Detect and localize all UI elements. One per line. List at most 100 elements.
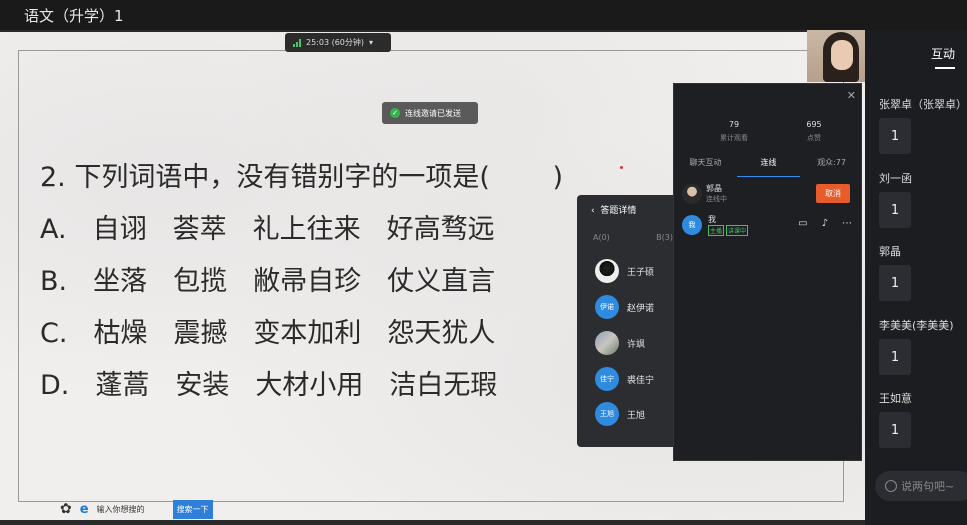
caller-info: 郭晶 连线中 bbox=[706, 184, 727, 204]
toast-notification: ✓ 连线邀请已发送 bbox=[382, 102, 478, 124]
option-word: 坐落 bbox=[93, 266, 148, 297]
option-word: 大材小用 bbox=[255, 370, 364, 401]
tab-connect[interactable]: 连线 bbox=[737, 157, 800, 177]
close-icon[interactable]: ✕ bbox=[847, 89, 856, 102]
self-row: 我 我 主播 讲课中 ▭ ♪ ⋯ bbox=[682, 212, 856, 238]
title-bar: 语文（升学）1 bbox=[0, 0, 967, 30]
webcam-video bbox=[807, 30, 865, 82]
more-icon[interactable]: ⋯ bbox=[842, 218, 852, 229]
option-word: 仗义直言 bbox=[387, 266, 496, 297]
tab-audience[interactable]: 观众:77 bbox=[800, 157, 863, 177]
avatar bbox=[682, 184, 702, 204]
avatar bbox=[595, 259, 619, 283]
chat-sender: 王如意 bbox=[879, 392, 912, 405]
tab-underline bbox=[935, 67, 955, 69]
chat-bubble: 1 bbox=[879, 192, 911, 228]
avatar: 我 bbox=[682, 215, 702, 235]
app-window: 语文（升学）1 2. 下列词语中，没有错别字的一项是( ) A. 自诩 荟萃 礼上往来… bbox=[0, 0, 967, 525]
browser-icon: e bbox=[79, 501, 89, 517]
option-word: 礼上往来 bbox=[252, 214, 361, 245]
answer-details-header[interactable]: ‹ 答题详情 bbox=[591, 203, 636, 216]
option-word: 怨天犹人 bbox=[387, 318, 496, 349]
chevron-left-icon[interactable]: ‹ bbox=[591, 206, 595, 216]
option-d: D. 蓬蒿 安装 大材小用 洁白无瑕 bbox=[40, 363, 523, 402]
option-word: 洁白无瑕 bbox=[389, 370, 498, 401]
option-word: 安装 bbox=[175, 370, 230, 401]
caller-name: 郭晶 bbox=[706, 184, 722, 193]
camera-icon[interactable]: ▭ bbox=[798, 218, 807, 229]
option-word: 蓬蒿 bbox=[95, 370, 150, 401]
self-name: 我 bbox=[708, 214, 716, 224]
option-word: 震撼 bbox=[173, 318, 228, 349]
option-letter: C. bbox=[40, 318, 68, 349]
answer-details-title: 答题详情 bbox=[600, 206, 637, 216]
search-placeholder: 输入你想搜的 bbox=[96, 504, 145, 514]
tab-interaction[interactable]: 互动 bbox=[931, 45, 955, 62]
tab-answer-b[interactable]: B(3) bbox=[656, 233, 673, 242]
live-panel: ✕ 79 累计观看 695 点赞 聊天互动 连线 观众:77 郭晶 连线中 取消… bbox=[673, 83, 862, 461]
timer-label: 25:03 (60分钟) bbox=[306, 38, 365, 47]
stat-label: 点赞 bbox=[807, 134, 821, 142]
chat-sender: 李美美(李美美) bbox=[879, 319, 954, 332]
laser-pointer-dot bbox=[620, 166, 623, 169]
student-name: 王旭 bbox=[627, 410, 646, 421]
fan-icon: ✿ bbox=[60, 501, 72, 517]
student-name: 裘佳宁 bbox=[627, 375, 655, 386]
answer-tabs: A(0) B(3) bbox=[593, 233, 673, 242]
caller-status: 连线中 bbox=[706, 195, 727, 203]
chat-input-placeholder: 说两句吧~ bbox=[901, 480, 955, 493]
microphone-icon[interactable]: ♪ bbox=[822, 218, 828, 229]
chat-input[interactable]: 说两句吧~ bbox=[875, 471, 967, 501]
option-a: A. 自诩 荟萃 礼上往来 好高骛远 bbox=[40, 207, 521, 246]
option-word: 包揽 bbox=[173, 266, 228, 297]
chat-sender: 郭晶 bbox=[879, 245, 901, 258]
answer-student-row: 王子硕 bbox=[595, 259, 654, 283]
slide-bottom-strip: ✿ e 输入你想搜的 搜索一下 bbox=[60, 498, 213, 520]
avatar: 王旭 bbox=[595, 402, 619, 426]
timer-pill[interactable]: 25:03 (60分钟) ▾ bbox=[285, 33, 391, 52]
option-word: 枯燥 bbox=[93, 318, 148, 349]
stat-views: 79 累计观看 bbox=[694, 120, 774, 143]
self-controls: ▭ ♪ ⋯ bbox=[798, 218, 852, 229]
tab-answer-a[interactable]: A(0) bbox=[593, 233, 610, 242]
check-icon: ✓ bbox=[390, 108, 400, 118]
teaching-tag: 讲课中 bbox=[726, 224, 749, 236]
chat-bubble: 1 bbox=[879, 118, 911, 154]
chat-bubble: 1 bbox=[879, 339, 911, 375]
question-text: 2. 下列词语中，没有错别字的一项是( ) bbox=[40, 162, 563, 193]
stat-likes: 695 点赞 bbox=[774, 120, 854, 143]
emoji-icon[interactable] bbox=[885, 480, 897, 492]
self-info: 我 主播 讲课中 bbox=[708, 214, 749, 236]
tab-chat[interactable]: 聊天互动 bbox=[674, 157, 737, 177]
answer-student-row: 佳宁 裘佳宁 bbox=[595, 367, 654, 391]
caller-row: 郭晶 连线中 取消 bbox=[682, 182, 856, 206]
option-word: 自诩 bbox=[92, 214, 147, 245]
avatar: 伊诺 bbox=[595, 295, 619, 319]
chat-sender: 刘一函 bbox=[879, 172, 912, 185]
chevron-down-icon: ▾ bbox=[369, 38, 374, 47]
option-letter: A. bbox=[40, 214, 67, 245]
toast-label: 连线邀请已发送 bbox=[405, 108, 461, 118]
answer-student-row: 王旭 王旭 bbox=[595, 402, 645, 426]
webcam-face bbox=[831, 40, 853, 70]
search-button: 搜索一下 bbox=[172, 499, 213, 519]
self-tags: 主播 讲课中 bbox=[708, 224, 749, 236]
window-title: 语文（升学）1 bbox=[24, 7, 124, 25]
option-c: C. 枯燥 震撼 变本加利 怨天犹人 bbox=[40, 311, 521, 350]
option-word: 变本加利 bbox=[253, 318, 362, 349]
answer-details-panel: ‹ 答题详情 A(0) B(3) 王子硕 伊诺 赵伊诺 许飒 佳宁 裘佳宁 王旭… bbox=[577, 195, 677, 447]
option-word: 敝帚自珍 bbox=[253, 266, 362, 297]
host-tag: 主播 bbox=[708, 224, 725, 236]
live-tabs: 聊天互动 连线 观众:77 bbox=[674, 157, 863, 177]
chat-bubble: 1 bbox=[879, 412, 911, 448]
option-word: 荟萃 bbox=[172, 214, 227, 245]
interaction-sidebar: 互动 张翠卓（张翠卓） 1 刘一函 1 郭晶 1 李美美(李美美) 1 王如意 … bbox=[865, 30, 967, 525]
chat-bubble: 1 bbox=[879, 265, 911, 301]
stat-value: 695 bbox=[806, 120, 822, 129]
signal-icon bbox=[293, 38, 301, 47]
cancel-button[interactable]: 取消 bbox=[816, 184, 850, 203]
student-name: 王子硕 bbox=[627, 267, 655, 278]
stat-label: 累计观看 bbox=[720, 134, 748, 142]
option-word: 好高骛远 bbox=[386, 214, 495, 245]
answer-student-row: 许飒 bbox=[595, 331, 645, 355]
